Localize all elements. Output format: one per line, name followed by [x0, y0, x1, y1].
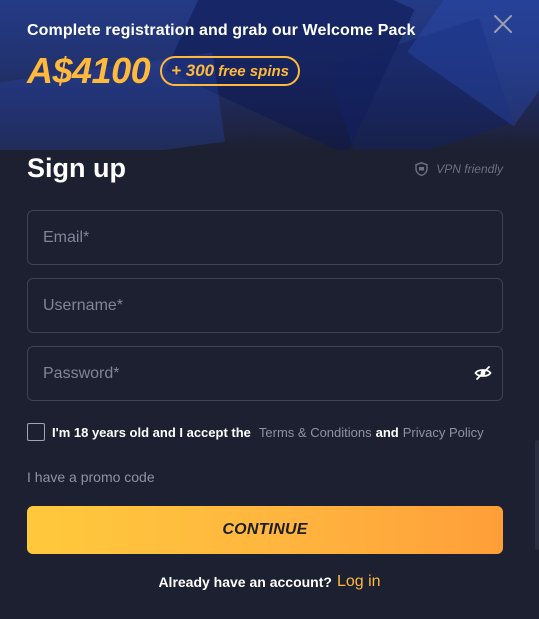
login-row: Already have an account? Log in: [0, 571, 539, 593]
vpn-label: VPN friendly: [436, 162, 503, 176]
bonus-row: A$4100 + 300 free spins: [27, 50, 300, 92]
email-field[interactable]: [28, 211, 502, 264]
promo-code-link[interactable]: I have a promo code: [27, 469, 155, 485]
eye-slash-icon: [474, 366, 492, 380]
close-button[interactable]: [492, 13, 514, 35]
password-field-wrapper: [27, 346, 503, 401]
terms-checkbox[interactable]: [27, 423, 45, 441]
password-field[interactable]: [28, 347, 502, 400]
continue-button[interactable]: CONTINUE: [27, 506, 503, 554]
terms-conditions-link[interactable]: Terms & Conditions: [259, 425, 372, 440]
terms-row: I'm 18 years old and I accept the Terms …: [27, 422, 488, 442]
vpn-friendly-badge: VPN friendly: [415, 160, 503, 178]
username-field-wrapper: [27, 278, 503, 333]
scrollbar[interactable]: [535, 440, 539, 550]
welcome-text: Complete registration and grab our Welco…: [27, 22, 416, 39]
terms-and: and: [375, 424, 399, 440]
page-title: Sign up: [27, 153, 126, 183]
spins-text: free spins: [218, 62, 289, 80]
login-link[interactable]: Log in: [337, 573, 381, 591]
spins-number: + 300: [171, 61, 215, 80]
bonus-amount: A$4100: [27, 50, 151, 91]
signup-modal: Complete registration and grab our Welco…: [0, 0, 539, 619]
password-visibility-toggle[interactable]: [474, 364, 492, 382]
free-spins-badge: + 300 free spins: [160, 56, 300, 86]
welcome-banner: Complete registration and grab our Welco…: [0, 0, 539, 150]
shield-icon: [415, 162, 428, 176]
privacy-policy-link[interactable]: Privacy Policy: [403, 425, 484, 440]
email-field-wrapper: [27, 210, 503, 265]
account-question: Already have an account?: [158, 574, 332, 590]
terms-prefix: I'm 18 years old and I accept the: [52, 424, 251, 440]
username-field[interactable]: [28, 279, 502, 332]
close-icon: [494, 15, 512, 33]
